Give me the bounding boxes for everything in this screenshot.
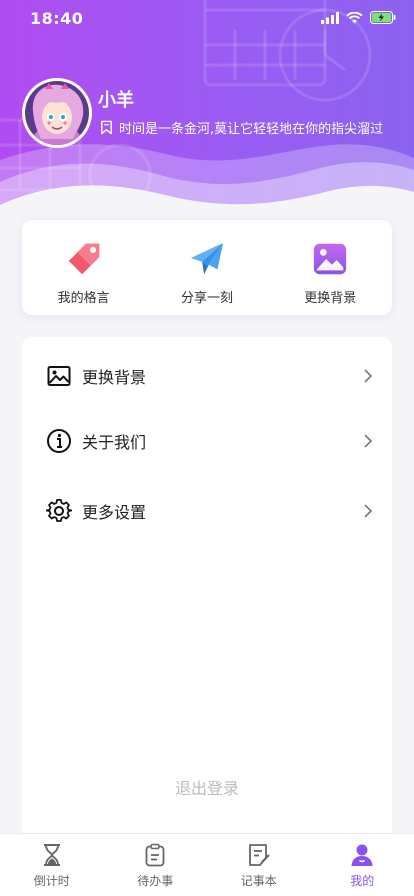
- tab-label: 待办事: [137, 874, 174, 888]
- battery-icon: [370, 11, 396, 24]
- notebook-icon: [248, 844, 270, 866]
- chevron-right-icon: [364, 369, 373, 383]
- status-bar: 18:40: [0, 0, 414, 40]
- menu-item-change-background[interactable]: 更换背景: [22, 353, 392, 399]
- avatar-image: [25, 81, 89, 145]
- tab-countdown[interactable]: 倒计时: [0, 834, 104, 896]
- quick-action-background[interactable]: 更换背景: [275, 220, 385, 306]
- hourglass-icon: [43, 844, 60, 866]
- avatar[interactable]: [22, 78, 92, 148]
- menu-item-more-settings[interactable]: 更多设置: [22, 488, 392, 534]
- tab-todo[interactable]: 待办事: [104, 834, 208, 896]
- quick-action-label: 分享一刻: [180, 291, 233, 306]
- username: 小羊: [98, 90, 134, 111]
- quick-action-motto[interactable]: 我的格言: [29, 220, 139, 306]
- tab-label: 我的: [350, 874, 375, 888]
- logout-button[interactable]: 退出登录: [22, 775, 392, 799]
- paper-plane-icon: [190, 242, 224, 275]
- image-icon: [314, 243, 347, 275]
- image-outline-icon: [47, 366, 71, 386]
- menu-item-about-us[interactable]: 关于我们: [22, 418, 392, 464]
- chevron-right-icon: [364, 504, 373, 518]
- quick-actions-card: 我的格言 分享一刻 更换背景: [22, 220, 392, 315]
- motto-text: 时间是一条金河,莫让它轻轻地在你的指尖溜过: [119, 122, 384, 137]
- signal-icon: [321, 11, 339, 24]
- menu-item-label: 关于我们: [82, 433, 147, 452]
- menu-item-label: 更多设置: [82, 503, 147, 522]
- tab-label: 倒计时: [33, 874, 70, 888]
- tab-notebook[interactable]: 记事本: [207, 834, 311, 896]
- menu-card: 更换背景 关于我们 更多设置 退出登录: [22, 337, 392, 837]
- bookmark-icon: [101, 120, 112, 135]
- status-icons: [321, 11, 396, 24]
- user-icon: [351, 844, 373, 866]
- quick-action-label: 更换背景: [304, 291, 357, 306]
- tab-bar: 倒计时 待办事 记事本 我的: [0, 833, 414, 896]
- chevron-right-icon: [364, 434, 373, 448]
- menu-item-label: 更换背景: [82, 368, 147, 387]
- quick-action-label: 我的格言: [57, 291, 110, 306]
- motto-row[interactable]: 时间是一条金河,莫让它轻轻地在你的指尖溜过: [99, 118, 414, 137]
- quick-action-share[interactable]: 分享一刻: [152, 220, 262, 306]
- tag-icon: [68, 243, 99, 275]
- tab-mine[interactable]: 我的: [311, 834, 414, 896]
- info-icon: [47, 429, 71, 453]
- status-time: 18:40: [30, 9, 84, 28]
- wifi-icon: [346, 11, 363, 23]
- gear-icon: [46, 499, 72, 522]
- tab-label: 记事本: [240, 874, 277, 888]
- clipboard-icon: [145, 843, 165, 867]
